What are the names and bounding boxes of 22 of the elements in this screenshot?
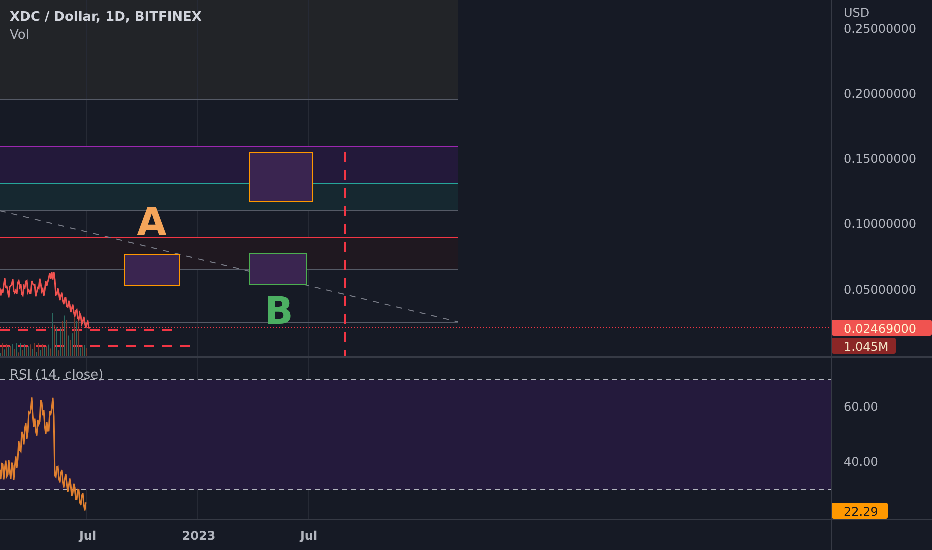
annotation-letter: B (264, 289, 294, 333)
rsi-axis-label: 40.00 (844, 455, 878, 469)
volume-label: Vol (10, 28, 30, 43)
rsi-label: RSI (14, close) (10, 368, 104, 383)
time-axis-label: Jul (300, 529, 318, 543)
currency-label: USD (844, 6, 870, 20)
annotation-letter: A (137, 200, 167, 244)
rsi-badge: 22.29 (832, 503, 888, 519)
target-box (249, 152, 313, 202)
price-axis-label: 0.15000000 (844, 152, 917, 166)
price-axis-label: 0.20000000 (844, 87, 917, 101)
target-box (124, 254, 180, 286)
symbol-title: XDC / Dollar, 1D, BITFINEX (10, 10, 202, 25)
price-axis-label: 0.05000000 (844, 283, 917, 297)
price-axis-label: 0.25000000 (844, 22, 917, 36)
time-axis-label: Jul (79, 529, 97, 543)
target-box (249, 253, 307, 285)
price-badge: 1.045M (832, 338, 896, 354)
price-badge: 0.02469000 (832, 320, 932, 336)
rsi-axis-label: 60.00 (844, 400, 878, 414)
price-axis-label: 0.10000000 (844, 217, 917, 231)
time-axis-label: 2023 (182, 529, 216, 543)
